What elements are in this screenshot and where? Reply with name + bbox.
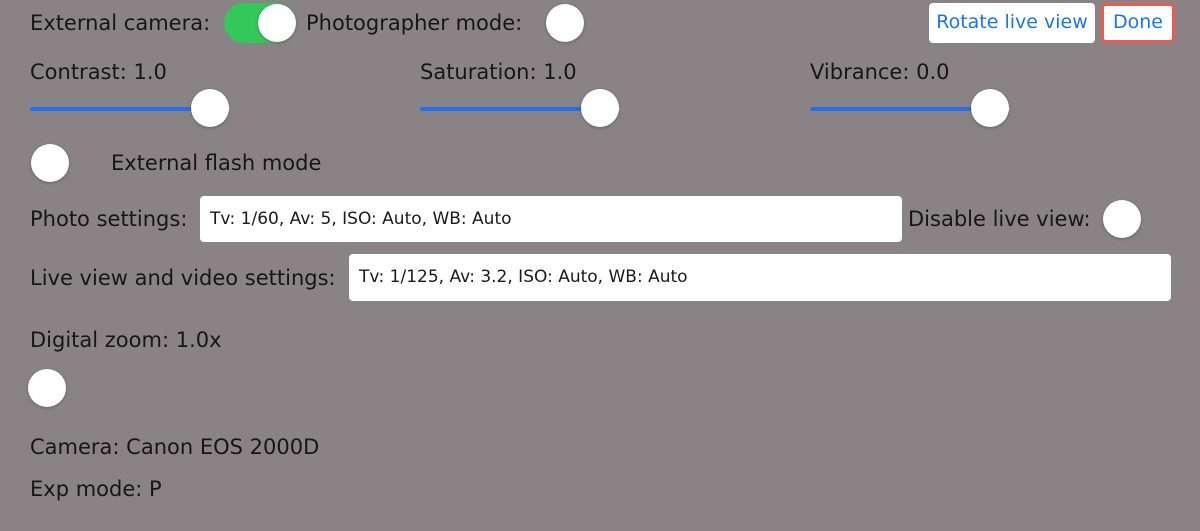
- live-view-settings-field[interactable]: Tv: 1/125, Av: 3.2, ISO: Auto, WB: Auto: [349, 254, 1171, 301]
- slider-thumb[interactable]: [191, 89, 229, 127]
- rotate-live-view-button[interactable]: Rotate live view: [929, 3, 1095, 43]
- contrast-slider[interactable]: [30, 88, 230, 128]
- photo-settings-label: Photo settings:: [30, 207, 188, 231]
- photographer-mode-toggle[interactable]: [546, 3, 618, 43]
- disable-live-view-toggle[interactable]: [1103, 199, 1175, 239]
- external-flash-toggle[interactable]: [31, 143, 103, 183]
- exposure-mode-text: Exp mode: P: [30, 477, 162, 501]
- toggle-knob: [258, 4, 296, 42]
- disable-live-view-label: Disable live view:: [908, 207, 1091, 231]
- digital-zoom-toggle[interactable]: [28, 368, 100, 408]
- external-camera-label: External camera:: [30, 11, 211, 35]
- slider-fill: [810, 107, 990, 111]
- slider-thumb[interactable]: [581, 89, 619, 127]
- external-flash-label: External flash mode: [111, 151, 322, 175]
- saturation-slider[interactable]: [420, 88, 620, 128]
- contrast-label: Contrast: 1.0: [30, 60, 167, 84]
- done-button[interactable]: Done: [1101, 3, 1175, 43]
- vibrance-label: Vibrance: 0.0: [810, 60, 950, 84]
- live-view-settings-label: Live view and video settings:: [30, 266, 336, 290]
- slider-fill: [30, 107, 210, 111]
- toggle-knob: [546, 4, 584, 42]
- external-camera-toggle[interactable]: [224, 3, 296, 43]
- digital-zoom-label: Digital zoom: 1.0x: [30, 328, 222, 352]
- photo-settings-field[interactable]: Tv: 1/60, Av: 5, ISO: Auto, WB: Auto: [200, 196, 902, 242]
- toggle-knob: [28, 369, 66, 407]
- slider-fill: [420, 107, 600, 111]
- toggle-knob: [1103, 200, 1141, 238]
- toggle-knob: [31, 144, 69, 182]
- saturation-label: Saturation: 1.0: [420, 60, 577, 84]
- slider-thumb[interactable]: [971, 89, 1009, 127]
- vibrance-slider[interactable]: [810, 88, 1010, 128]
- camera-model-text: Camera: Canon EOS 2000D: [30, 435, 320, 459]
- photographer-mode-label: Photographer mode:: [306, 11, 523, 35]
